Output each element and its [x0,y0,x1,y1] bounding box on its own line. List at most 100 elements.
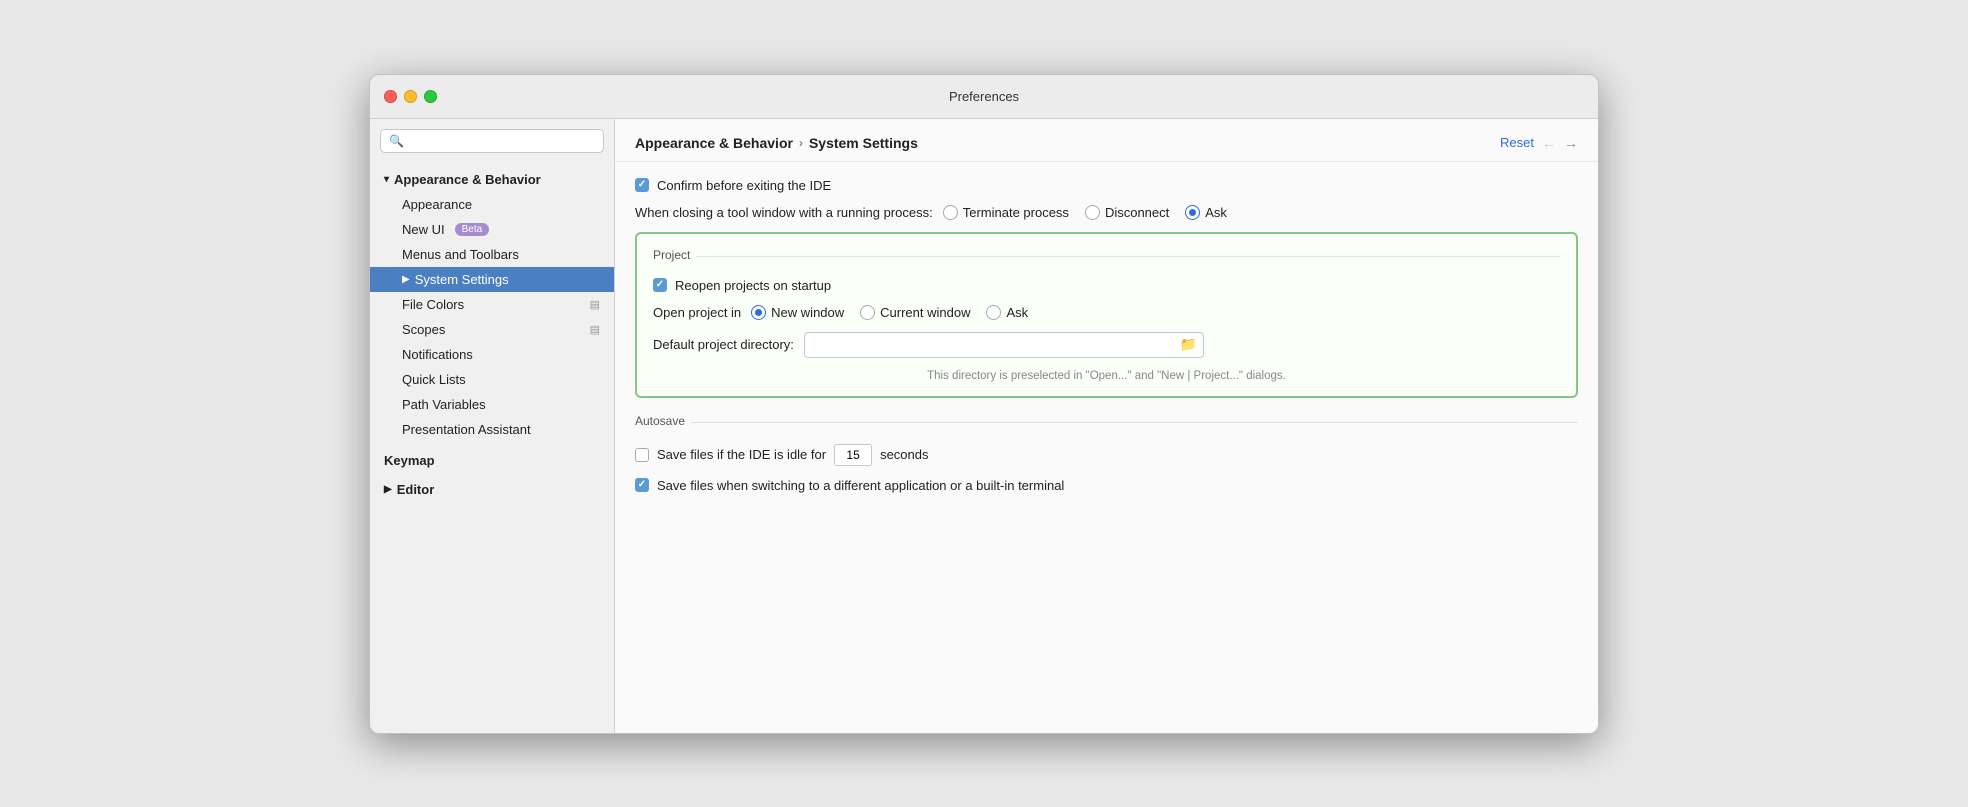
sidebar-item-keymap[interactable]: Keymap [370,448,614,473]
file-icon: ▤ [590,323,600,336]
traffic-lights [384,90,437,103]
forward-button[interactable]: → [1564,135,1578,151]
current-window-radio[interactable] [860,305,875,320]
save-idle-row: Save files if the IDE is idle for second… [635,444,1578,466]
ask-close-label: Ask [1205,205,1227,220]
save-idle-label-before: Save files if the IDE is idle for [657,447,826,462]
open-project-in-row: Open project in New window Current windo [653,305,1560,320]
sidebar-item-label: Notifications [402,347,473,362]
divider [691,422,1578,423]
sidebar-item-appearance-behavior[interactable]: ▾ Appearance & Behavior [370,167,614,192]
sidebar-item-quick-lists[interactable]: Quick Lists [370,367,614,392]
sidebar-item-editor[interactable]: ▶ Editor [370,477,614,502]
ask-close-option[interactable]: Ask [1185,205,1227,220]
confirm-exit-row: ✓ Confirm before exiting the IDE [635,178,1578,193]
radio-dot [1189,209,1196,216]
panel-header: Appearance & Behavior › System Settings … [615,119,1598,162]
sidebar-item-label: Quick Lists [402,372,466,387]
sidebar-item-appearance[interactable]: Appearance [370,192,614,217]
search-box[interactable]: 🔍 [380,129,604,153]
closing-tool-window-row: When closing a tool window with a runnin… [635,205,1578,220]
ask-open-radio[interactable] [986,305,1001,320]
current-window-option[interactable]: Current window [860,305,970,320]
autosave-title-row: Autosave [635,414,1578,432]
titlebar: Preferences [370,75,1598,119]
save-switch-label: Save files when switching to a different… [657,478,1064,493]
sidebar-item-system-settings[interactable]: ▶ System Settings [370,267,614,292]
default-dir-label: Default project directory: [653,337,794,352]
current-window-label: Current window [880,305,970,320]
checkmark-icon: ✓ [638,180,646,190]
project-title: Project [653,248,690,262]
checkmark-icon: ✓ [656,280,664,290]
terminate-option[interactable]: Terminate process [943,205,1069,220]
search-icon: 🔍 [389,134,404,148]
ask-close-radio[interactable] [1185,205,1200,220]
sidebar-item-label: Appearance & Behavior [394,172,541,187]
chevron-right-icon: ▶ [384,484,392,495]
sidebar-nav: ▾ Appearance & Behavior Appearance New U… [370,163,614,506]
idle-seconds-input[interactable] [834,444,872,466]
file-icon: ▤ [590,298,600,311]
disconnect-radio[interactable] [1085,205,1100,220]
default-dir-input[interactable]: 📁 [804,332,1204,358]
minimize-button[interactable] [404,90,417,103]
sidebar-item-new-ui[interactable]: New UI Beta [370,217,614,242]
breadcrumb-separator: › [799,136,803,150]
close-button[interactable] [384,90,397,103]
sidebar-item-label: Editor [397,482,435,497]
new-window-label: New window [771,305,844,320]
folder-icon: 📁 [1179,336,1196,353]
new-window-radio[interactable] [751,305,766,320]
ask-open-option[interactable]: Ask [986,305,1028,320]
breadcrumb: Appearance & Behavior › System Settings [635,135,918,151]
window-title: Preferences [949,89,1019,104]
reopen-projects-row: ✓ Reopen projects on startup [653,278,1560,293]
ask-open-label: Ask [1006,305,1028,320]
sidebar-item-path-variables[interactable]: Path Variables [370,392,614,417]
header-nav: Reset ← → [1500,135,1578,151]
divider [696,256,1560,257]
sidebar-item-label: Scopes [402,322,445,337]
save-idle-checkbox[interactable] [635,448,649,462]
closing-radio-group: Terminate process Disconnect Ask [943,205,1227,220]
confirm-exit-checkbox[interactable]: ✓ [635,178,649,192]
search-input[interactable] [409,134,595,148]
disconnect-label: Disconnect [1105,205,1169,220]
sidebar-item-label: Presentation Assistant [402,422,531,437]
open-project-in-label: Open project in [653,305,741,320]
project-section: Project ✓ Reopen projects on startup Ope… [635,232,1578,398]
main-panel: Appearance & Behavior › System Settings … [615,119,1598,733]
default-dir-row: Default project directory: 📁 [653,332,1560,358]
confirm-exit-label: Confirm before exiting the IDE [657,178,831,193]
sidebar-item-notifications[interactable]: Notifications [370,342,614,367]
sidebar-item-label: Menus and Toolbars [402,247,519,262]
breadcrumb-part1: Appearance & Behavior [635,135,793,151]
sidebar-item-presentation-assistant[interactable]: Presentation Assistant [370,417,614,442]
disconnect-option[interactable]: Disconnect [1085,205,1169,220]
project-title-row: Project [653,248,1560,266]
new-window-option[interactable]: New window [751,305,844,320]
reopen-projects-checkbox[interactable]: ✓ [653,278,667,292]
sidebar-item-scopes[interactable]: Scopes ▤ [370,317,614,342]
reset-button[interactable]: Reset [1500,135,1534,150]
chevron-down-icon: ▾ [384,174,389,185]
autosave-title: Autosave [635,414,685,428]
maximize-button[interactable] [424,90,437,103]
sidebar-item-file-colors[interactable]: File Colors ▤ [370,292,614,317]
sidebar-item-label: Path Variables [402,397,486,412]
panel-body: ✓ Confirm before exiting the IDE When cl… [615,162,1598,509]
breadcrumb-part2: System Settings [809,135,918,151]
back-button[interactable]: ← [1542,135,1556,151]
save-switch-row: ✓ Save files when switching to a differe… [635,478,1578,493]
preferences-window: Preferences 🔍 ▾ Appearance & Behavior Ap… [369,74,1599,734]
save-switch-checkbox[interactable]: ✓ [635,478,649,492]
sidebar-item-menus-toolbars[interactable]: Menus and Toolbars [370,242,614,267]
radio-dot [755,309,762,316]
reopen-projects-label: Reopen projects on startup [675,278,831,293]
terminate-radio[interactable] [943,205,958,220]
sidebar-item-label: Keymap [384,453,435,468]
terminate-label: Terminate process [963,205,1069,220]
sidebar-item-label: New UI [402,222,445,237]
save-idle-label-after: seconds [880,447,928,462]
